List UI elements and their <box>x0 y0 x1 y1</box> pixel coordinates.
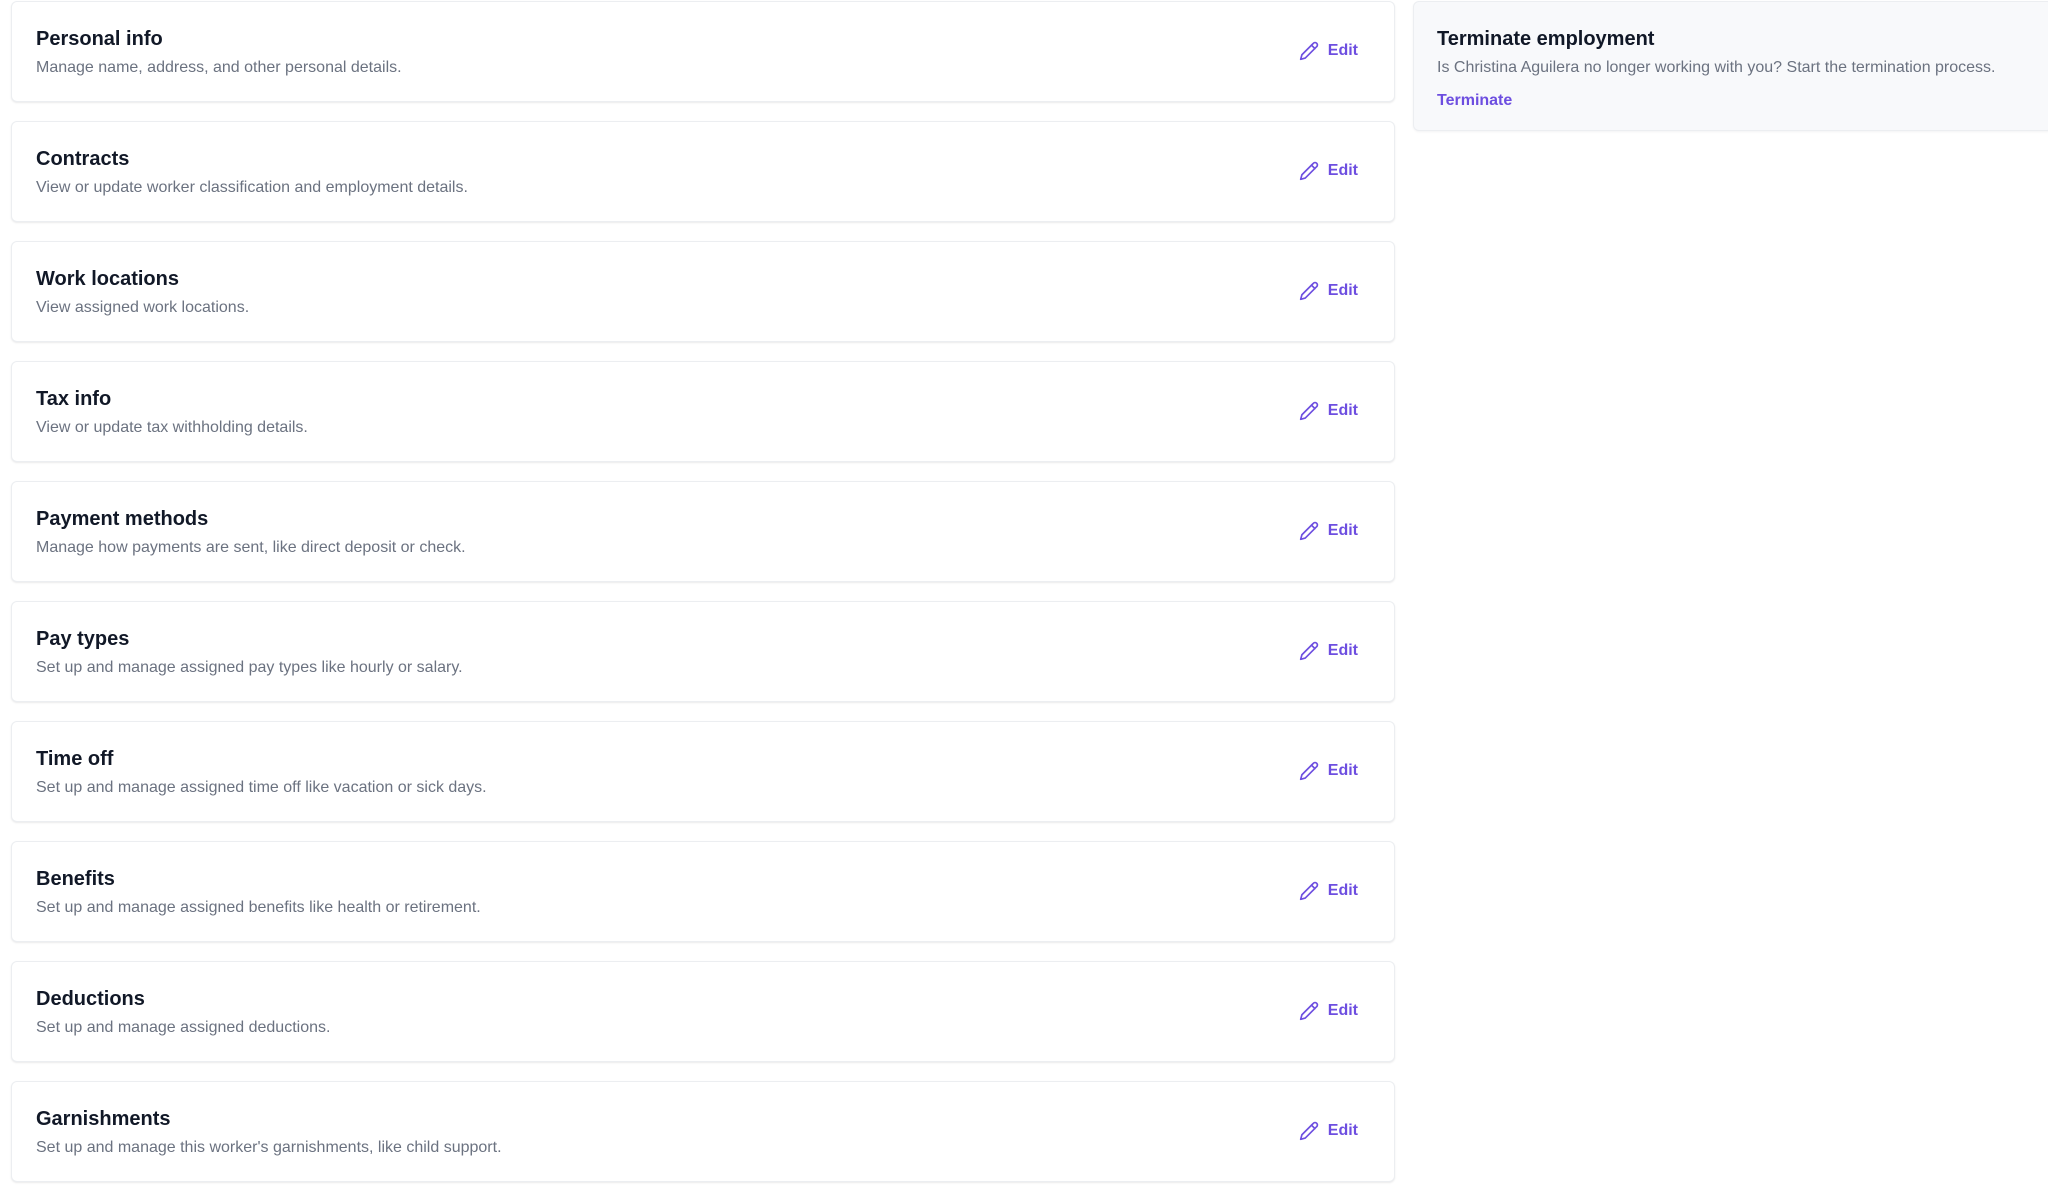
edit-work-locations-button[interactable]: Edit <box>1299 281 1358 301</box>
edit-payment-methods-button[interactable]: Edit <box>1299 521 1358 541</box>
section-title: Garnishments <box>36 1108 171 1130</box>
pencil-icon <box>1299 1121 1319 1141</box>
section-description: Set up and manage this worker's garnishm… <box>36 1139 502 1156</box>
section-card-time-off: Time off Set up and manage assigned time… <box>11 721 1395 822</box>
pencil-icon <box>1299 641 1319 661</box>
pencil-icon <box>1299 1001 1319 1021</box>
edit-label: Edit <box>1327 42 1358 59</box>
section-title: Deductions <box>36 988 145 1010</box>
terminate-link[interactable]: Terminate <box>1437 91 1512 111</box>
section-card-personal-info: Personal info Manage name, address, and … <box>11 1 1395 102</box>
section-card-pay-types: Pay types Set up and manage assigned pay… <box>11 601 1395 702</box>
section-card-benefits: Benefits Set up and manage assigned bene… <box>11 841 1395 942</box>
section-card-tax-info: Tax info View or update tax withholding … <box>11 361 1395 462</box>
section-description: Set up and manage assigned benefits like… <box>36 899 481 916</box>
edit-tax-info-button[interactable]: Edit <box>1299 401 1358 421</box>
edit-label: Edit <box>1327 1002 1358 1019</box>
worker-settings-page: Personal info Manage name, address, and … <box>0 0 2048 1198</box>
edit-label: Edit <box>1327 762 1358 779</box>
section-title: Time off <box>36 748 114 770</box>
section-card-payment-methods: Payment methods Manage how payments are … <box>11 481 1395 582</box>
edit-label: Edit <box>1327 282 1358 299</box>
edit-deductions-button[interactable]: Edit <box>1299 1001 1358 1021</box>
edit-garnishments-button[interactable]: Edit <box>1299 1121 1358 1141</box>
section-description: Manage name, address, and other personal… <box>36 59 402 76</box>
edit-label: Edit <box>1327 162 1358 179</box>
settings-section-list: Personal info Manage name, address, and … <box>11 1 1395 1198</box>
section-title: Benefits <box>36 868 115 890</box>
pencil-icon <box>1299 41 1319 61</box>
edit-pay-types-button[interactable]: Edit <box>1299 641 1358 661</box>
section-title: Work locations <box>36 268 179 290</box>
section-title: Personal info <box>36 28 163 50</box>
section-description: Set up and manage assigned time off like… <box>36 779 487 796</box>
section-card-work-locations: Work locations View assigned work locati… <box>11 241 1395 342</box>
section-title: Tax info <box>36 388 112 410</box>
edit-label: Edit <box>1327 522 1358 539</box>
section-card-contracts: Contracts View or update worker classifi… <box>11 121 1395 222</box>
section-card-garnishments: Garnishments Set up and manage this work… <box>11 1081 1395 1182</box>
section-card-deductions: Deductions Set up and manage assigned de… <box>11 961 1395 1062</box>
edit-label: Edit <box>1327 402 1358 419</box>
terminate-title: Terminate employment <box>1437 28 1655 50</box>
terminate-description: Is Christina Aguilera no longer working … <box>1437 59 1996 76</box>
edit-label: Edit <box>1327 642 1358 659</box>
section-description: View or update tax withholding details. <box>36 419 308 436</box>
edit-benefits-button[interactable]: Edit <box>1299 881 1358 901</box>
pencil-icon <box>1299 401 1319 421</box>
section-description: Set up and manage assigned deductions. <box>36 1019 331 1036</box>
edit-time-off-button[interactable]: Edit <box>1299 761 1358 781</box>
pencil-icon <box>1299 521 1319 541</box>
section-description: View or update worker classification and… <box>36 179 468 196</box>
edit-personal-info-button[interactable]: Edit <box>1299 41 1358 61</box>
section-description: Set up and manage assigned pay types lik… <box>36 659 463 676</box>
pencil-icon <box>1299 761 1319 781</box>
pencil-icon <box>1299 161 1319 181</box>
section-title: Pay types <box>36 628 130 650</box>
edit-contracts-button[interactable]: Edit <box>1299 161 1358 181</box>
pencil-icon <box>1299 881 1319 901</box>
section-description: Manage how payments are sent, like direc… <box>36 539 466 556</box>
edit-label: Edit <box>1327 1122 1358 1139</box>
terminate-employment-card: Terminate employment Is Christina Aguile… <box>1413 1 2048 131</box>
pencil-icon <box>1299 281 1319 301</box>
edit-label: Edit <box>1327 882 1358 899</box>
section-title: Contracts <box>36 148 130 170</box>
section-title: Payment methods <box>36 508 209 530</box>
section-description: View assigned work locations. <box>36 299 250 316</box>
